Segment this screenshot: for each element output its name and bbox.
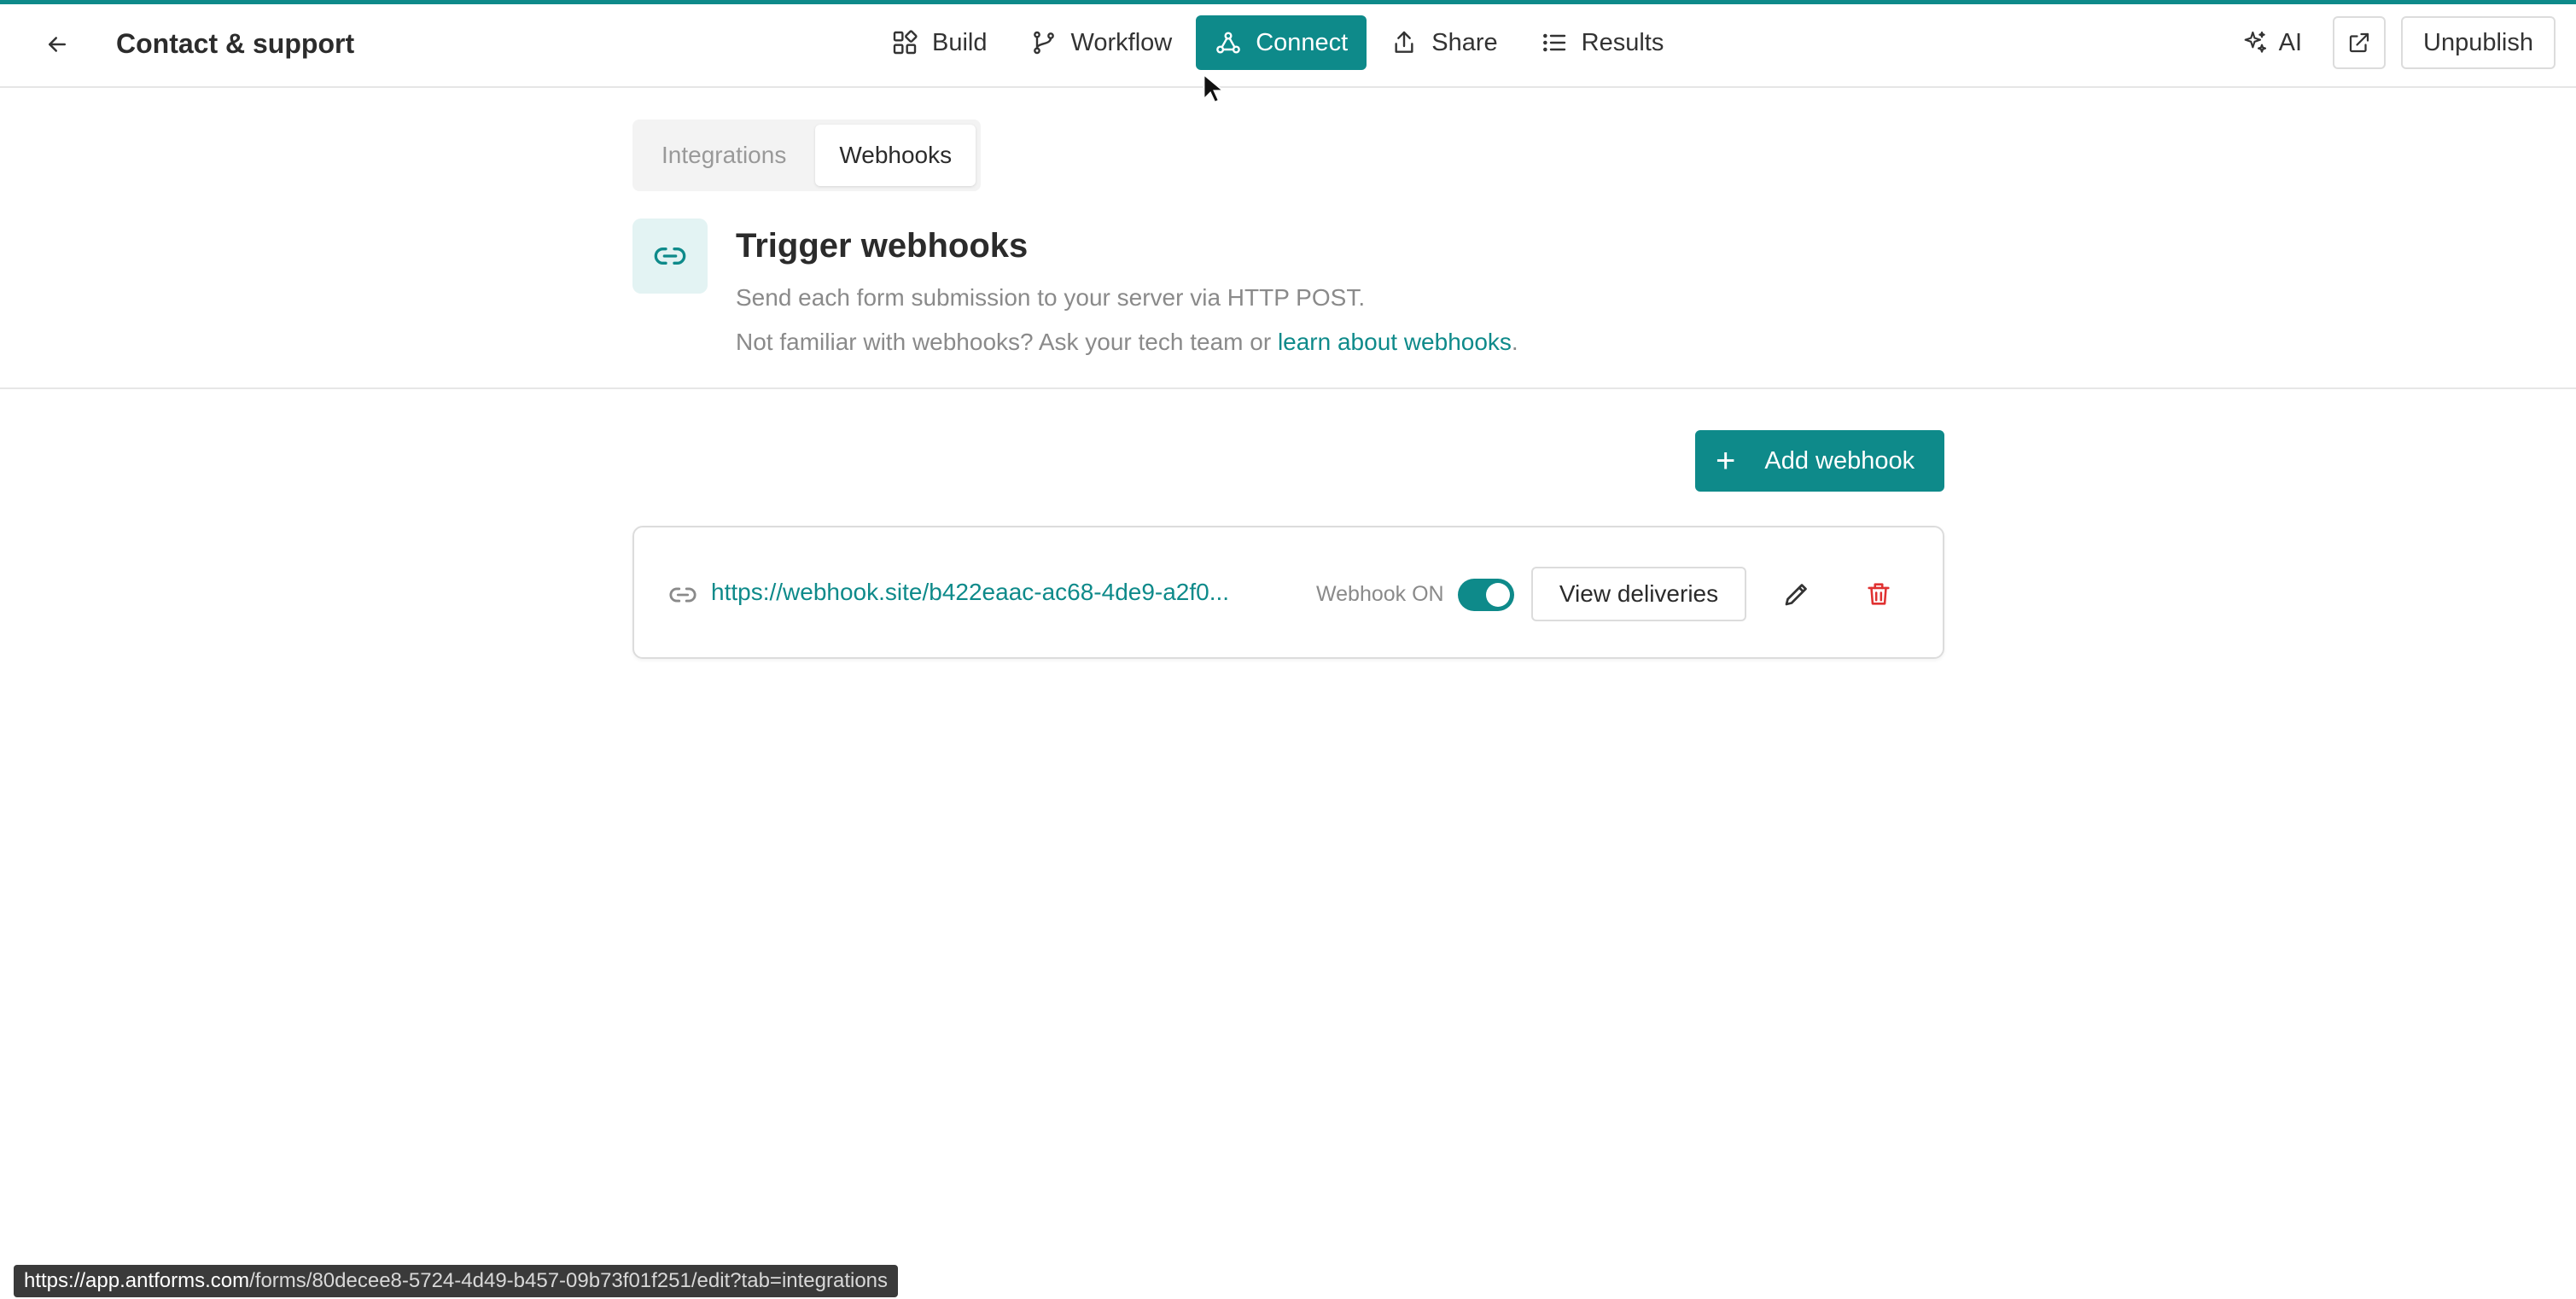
webhook-url-link[interactable]: https://webhook.site/b422eaac-ac68-4de9-… <box>711 579 1229 606</box>
nav-share-label: Share <box>1431 28 1498 56</box>
nav-build-label: Build <box>932 28 988 56</box>
results-icon <box>1542 33 1565 52</box>
learn-webhooks-link[interactable]: learn about webhooks <box>1278 329 1512 355</box>
webhook-card: https://webhook.site/b422eaac-ac68-4de9-… <box>632 526 1944 659</box>
unpublish-button[interactable]: Unpublish <box>2401 16 2556 69</box>
connect-icon <box>1216 32 1241 54</box>
delete-webhook-button[interactable] <box>1862 577 1896 611</box>
header-actions: AI Unpublish <box>2226 16 2556 69</box>
trash-icon <box>1868 583 1890 605</box>
section-help-suffix: . <box>1511 329 1518 355</box>
nav-results-label: Results <box>1581 28 1664 56</box>
nav-connect[interactable]: Connect <box>1196 15 1367 70</box>
nav-workflow-label: Workflow <box>1070 28 1173 56</box>
back-button[interactable] <box>38 25 77 64</box>
status-url-host: https://app.antforms.com <box>24 1269 250 1292</box>
mouse-cursor-icon <box>1203 73 1223 103</box>
section-divider <box>0 387 2576 389</box>
link-icon <box>654 248 686 265</box>
arrow-left-icon <box>49 37 66 52</box>
section-help-prefix: Not familiar with webhooks? Ask your tec… <box>736 329 1278 355</box>
browser-status-bar: https://app.antforms.com/forms/80decee8-… <box>14 1265 899 1297</box>
link-icon <box>669 587 696 603</box>
webhook-toggle[interactable] <box>1458 579 1514 611</box>
plus-icon: + <box>1716 442 1736 480</box>
nav-results[interactable]: Results <box>1522 15 1683 70</box>
ai-label: AI <box>2278 28 2303 56</box>
edit-webhook-button[interactable] <box>1780 577 1814 611</box>
workflow-icon <box>1033 31 1054 55</box>
header: Contact & support Build Workflow Connect… <box>0 4 2576 88</box>
view-deliveries-button[interactable]: View deliveries <box>1531 567 1746 621</box>
nav-build[interactable]: Build <box>872 15 1006 70</box>
pencil-icon <box>1785 584 1807 606</box>
section-help: Not familiar with webhooks? Ask your tec… <box>736 329 1518 356</box>
sparkles-icon <box>2244 31 2266 53</box>
section-title: Trigger webhooks <box>736 227 1029 265</box>
main-nav: Build Workflow Connect Share Results <box>872 15 1682 70</box>
tab-integrations[interactable]: Integrations <box>638 125 810 186</box>
add-webhook-button[interactable]: + Add webhook <box>1695 430 1944 492</box>
ai-button[interactable]: AI <box>2226 16 2317 69</box>
open-external-button[interactable] <box>2333 16 2387 69</box>
share-icon <box>1395 31 1413 53</box>
nav-connect-label: Connect <box>1256 28 1349 56</box>
build-icon <box>893 30 918 55</box>
sub-tabs: Integrations Webhooks <box>632 119 982 191</box>
nav-share[interactable]: Share <box>1372 15 1516 70</box>
nav-workflow[interactable]: Workflow <box>1011 15 1192 70</box>
webhook-status-label: Webhook ON <box>1316 582 1444 606</box>
status-url-path: /forms/80decee8-5724-4d49-b457-09b73f01f… <box>249 1269 889 1292</box>
external-link-icon <box>2349 32 2369 53</box>
add-webhook-label: Add webhook <box>1764 446 1915 475</box>
page-title: Contact & support <box>116 28 355 59</box>
tab-webhooks[interactable]: Webhooks <box>815 125 976 186</box>
section-icon <box>632 218 708 294</box>
section-description: Send each form submission to your server… <box>736 284 1366 311</box>
